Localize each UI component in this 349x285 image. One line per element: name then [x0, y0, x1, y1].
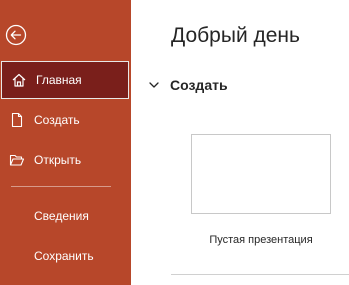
- nav-item-home[interactable]: Главная: [1, 61, 129, 99]
- nav-label-open: Открыть: [34, 153, 82, 167]
- nav-label-home: Главная: [36, 73, 82, 87]
- nav-item-new[interactable]: Создать: [0, 101, 131, 139]
- nav-label-save: Сохранить: [34, 249, 94, 263]
- chevron-down-icon: [148, 79, 160, 91]
- nav-item-info[interactable]: Сведения: [0, 197, 131, 235]
- greeting-title: Добрый день: [171, 24, 300, 47]
- nav-item-open[interactable]: Открыть: [0, 141, 131, 179]
- back-button[interactable]: [5, 24, 27, 46]
- main-content: Добрый день Создать Пустая презентация: [131, 0, 349, 285]
- home-icon: [10, 71, 28, 89]
- open-folder-icon: [8, 151, 26, 169]
- nav-item-save[interactable]: Сохранить: [0, 237, 131, 275]
- section-toggle-new[interactable]: Создать: [148, 77, 228, 93]
- template-label: Пустая презентация: [209, 234, 313, 246]
- back-arrow-icon: [5, 24, 27, 46]
- nav-label-info: Сведения: [34, 209, 89, 223]
- sidebar: Главная Создать Открыть Сведения Сохрани…: [0, 0, 131, 285]
- section-divider: [171, 274, 349, 275]
- section-title: Создать: [170, 77, 228, 93]
- template-blank-presentation[interactable]: [191, 134, 331, 214]
- sidebar-divider: [11, 186, 111, 187]
- nav-label-new: Создать: [34, 113, 80, 127]
- new-document-icon: [8, 111, 26, 129]
